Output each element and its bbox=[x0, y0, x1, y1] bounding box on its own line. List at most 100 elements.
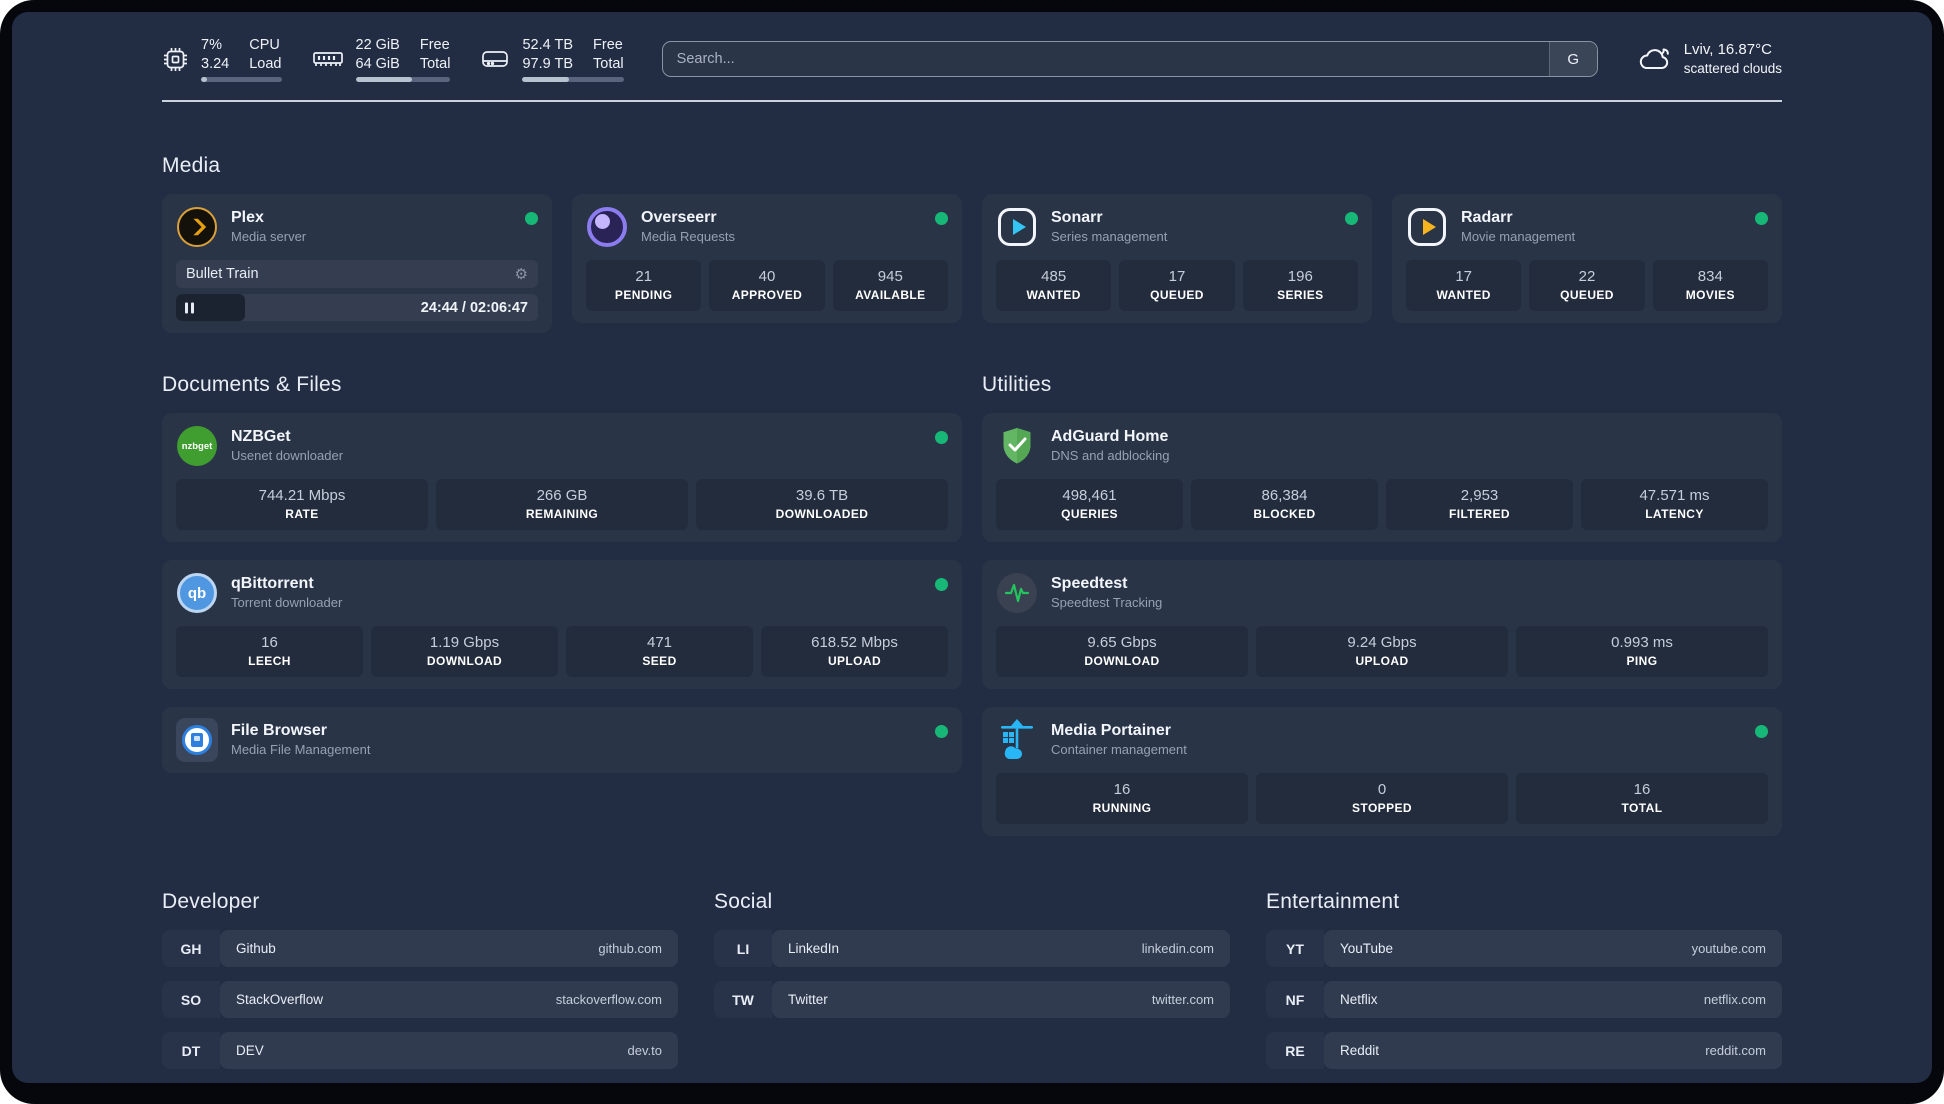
cpu-progress-bar bbox=[201, 77, 282, 83]
bookmark-name: StackOverflow bbox=[236, 992, 324, 1007]
app-subtitle: Container management bbox=[1051, 741, 1187, 757]
nzbget-icon: nzbget bbox=[176, 425, 218, 467]
ram-widget: 22 GiB 64 GiB Free Total bbox=[312, 36, 451, 83]
section-title-utilities: Utilities bbox=[982, 373, 1052, 396]
status-dot bbox=[935, 578, 948, 591]
dashboard-panel: 7% 3.24 CPU Load 22 GiB 64 GiB Free Tota… bbox=[12, 12, 1932, 1083]
bookmark-twitter[interactable]: TW Twitter twitter.com bbox=[714, 981, 1230, 1018]
bookmark-stackoverflow[interactable]: SO StackOverflow stackoverflow.com bbox=[162, 981, 678, 1018]
bookmark-reddit[interactable]: RE Reddit reddit.com bbox=[1266, 1032, 1782, 1069]
disk-icon bbox=[480, 47, 510, 71]
app-card-adguard[interactable]: AdGuard Home DNS and adblocking 498,461 Q… bbox=[982, 413, 1782, 542]
section-documents: Documents & Files nzbget NZBGet Usenet d… bbox=[162, 373, 962, 773]
cpu-usage-label: CPU bbox=[249, 36, 280, 53]
weather-condition: scattered clouds bbox=[1683, 60, 1782, 76]
section-title-media: Media bbox=[162, 154, 221, 177]
disk-widget: 52.4 TB 97.9 TB Free Total bbox=[480, 36, 624, 83]
now-playing-title: Bullet Train bbox=[186, 266, 259, 282]
bookmark-youtube[interactable]: YT YouTube youtube.com bbox=[1266, 930, 1782, 967]
weather-widget: Lviv, 16.87°C scattered clouds bbox=[1636, 40, 1782, 77]
app-name: Sonarr bbox=[1051, 209, 1103, 227]
playback-progress-bar[interactable]: 24:44 / 02:06:47 bbox=[176, 294, 538, 321]
app-card-filebrowser[interactable]: File Browser Media File Management bbox=[162, 707, 962, 773]
section-title-documents: Documents & Files bbox=[162, 373, 342, 396]
stat-upload: 9.24 Gbps UPLOAD bbox=[1256, 626, 1508, 677]
disk-total-label: Total bbox=[593, 55, 624, 72]
status-dot bbox=[1755, 725, 1768, 738]
status-dot bbox=[1755, 212, 1768, 225]
ram-total-value: 64 GiB bbox=[355, 55, 400, 72]
stat-running: 16 RUNNING bbox=[996, 773, 1248, 824]
app-card-portainer[interactable]: Media Portainer Container management 16 R… bbox=[982, 707, 1782, 836]
disk-progress-bar bbox=[522, 77, 624, 83]
stat-remaining: 266 GB REMAINING bbox=[436, 479, 688, 530]
app-card-overseerr[interactable]: Overseerr Media Requests 21 PENDING 40 APP… bbox=[572, 194, 962, 323]
section-title-social: Social bbox=[714, 890, 773, 913]
bookmark-url: dev.to bbox=[627, 1043, 662, 1058]
adguard-icon bbox=[996, 425, 1038, 467]
bookmark-abbr: TW bbox=[714, 981, 772, 1018]
app-card-qbittorrent[interactable]: qb qBittorrent Torrent downloader 16 LEEC… bbox=[162, 560, 962, 689]
app-card-radarr[interactable]: Radarr Movie management 17 WANTED 22 QUEUE… bbox=[1392, 194, 1782, 323]
app-card-plex[interactable]: Plex Media server Bullet Train ⚙ 24:44 /… bbox=[162, 194, 552, 333]
search-bar: G bbox=[661, 41, 1598, 77]
bookmark-url: twitter.com bbox=[1151, 992, 1214, 1007]
stat-leech: 16 LEECH bbox=[176, 626, 363, 677]
plex-now-playing: Bullet Train ⚙ 24:44 / 02:06:47 bbox=[176, 260, 538, 321]
stat-download: 1.19 Gbps DOWNLOAD bbox=[371, 626, 558, 677]
app-name: Media Portainer bbox=[1051, 722, 1172, 740]
cpu-icon bbox=[162, 46, 189, 73]
section-social: Social LI LinkedIn linkedin.com TW Twitt… bbox=[714, 890, 1230, 1018]
ram-total-label: Total bbox=[419, 55, 451, 72]
section-entertainment: Entertainment YT YouTube youtube.com NF … bbox=[1266, 890, 1782, 1069]
ram-free-label: Free bbox=[419, 36, 450, 53]
search-engine-button[interactable]: G bbox=[1548, 42, 1597, 76]
bookmark-linkedin[interactable]: LI LinkedIn linkedin.com bbox=[714, 930, 1230, 967]
bookmark-name: LinkedIn bbox=[788, 941, 840, 956]
window-frame: 7% 3.24 CPU Load 22 GiB 64 GiB Free Tota… bbox=[0, 0, 1944, 1104]
status-dot bbox=[935, 725, 948, 738]
cpu-load-value: 3.24 bbox=[201, 55, 230, 72]
app-card-sonarr[interactable]: Sonarr Series management 485 WANTED 17 QUE… bbox=[982, 194, 1372, 323]
bookmark-name: Netflix bbox=[1340, 992, 1378, 1007]
cpu-widget: 7% 3.24 CPU Load bbox=[162, 36, 282, 83]
app-card-nzbget[interactable]: nzbget NZBGet Usenet downloader 744.21 M… bbox=[162, 413, 962, 542]
bookmark-abbr: GH bbox=[162, 930, 220, 967]
bookmark-url: stackoverflow.com bbox=[555, 992, 662, 1007]
cloud-icon bbox=[1636, 45, 1672, 73]
status-dot bbox=[525, 212, 538, 225]
app-name: qBittorrent bbox=[231, 575, 314, 593]
section-developer: Developer GH Github github.com SO StackO… bbox=[162, 890, 678, 1069]
pause-icon[interactable] bbox=[185, 302, 194, 313]
bookmark-abbr: RE bbox=[1266, 1032, 1324, 1069]
bookmark-name: DEV bbox=[236, 1043, 264, 1058]
bookmark-netflix[interactable]: NF Netflix netflix.com bbox=[1266, 981, 1782, 1018]
stat-available: 945 AVAILABLE bbox=[832, 260, 948, 311]
bookmark-url: youtube.com bbox=[1691, 941, 1766, 956]
app-subtitle: Torrent downloader bbox=[231, 594, 343, 610]
bookmark-name: Github bbox=[236, 941, 276, 956]
disk-total-value: 97.9 TB bbox=[522, 55, 574, 72]
app-subtitle: Series management bbox=[1051, 228, 1168, 244]
app-name: Overseerr bbox=[641, 209, 717, 227]
bookmark-abbr: NF bbox=[1266, 981, 1324, 1018]
stat-upload: 618.52 Mbps UPLOAD bbox=[761, 626, 948, 677]
app-name: Speedtest bbox=[1051, 575, 1128, 593]
header-divider bbox=[162, 100, 1782, 102]
bookmark-name: YouTube bbox=[1340, 941, 1394, 956]
search-input[interactable] bbox=[662, 42, 1549, 76]
stat-wanted: 17 WANTED bbox=[1406, 260, 1522, 311]
stat-blocked: 86,384 BLOCKED bbox=[1191, 479, 1378, 530]
filebrowser-icon bbox=[176, 718, 218, 762]
bookmark-dev[interactable]: DT DEV dev.to bbox=[162, 1032, 678, 1069]
stat-download: 9.65 Gbps DOWNLOAD bbox=[996, 626, 1248, 677]
status-dot bbox=[935, 212, 948, 225]
stat-rate: 744.21 Mbps RATE bbox=[176, 479, 428, 530]
radarr-icon bbox=[1406, 206, 1448, 248]
stat-series: 196 SERIES bbox=[1242, 260, 1358, 311]
stat-queued: 17 QUEUED bbox=[1119, 260, 1235, 311]
bookmark-github[interactable]: GH Github github.com bbox=[162, 930, 678, 967]
app-card-speedtest[interactable]: Speedtest Speedtest Tracking 9.65 Gbps DO… bbox=[982, 560, 1782, 689]
section-utilities: Utilities AdGuard Home DNS and adblockin… bbox=[982, 373, 1782, 836]
player-device-icon[interactable]: ⚙ bbox=[515, 267, 528, 282]
